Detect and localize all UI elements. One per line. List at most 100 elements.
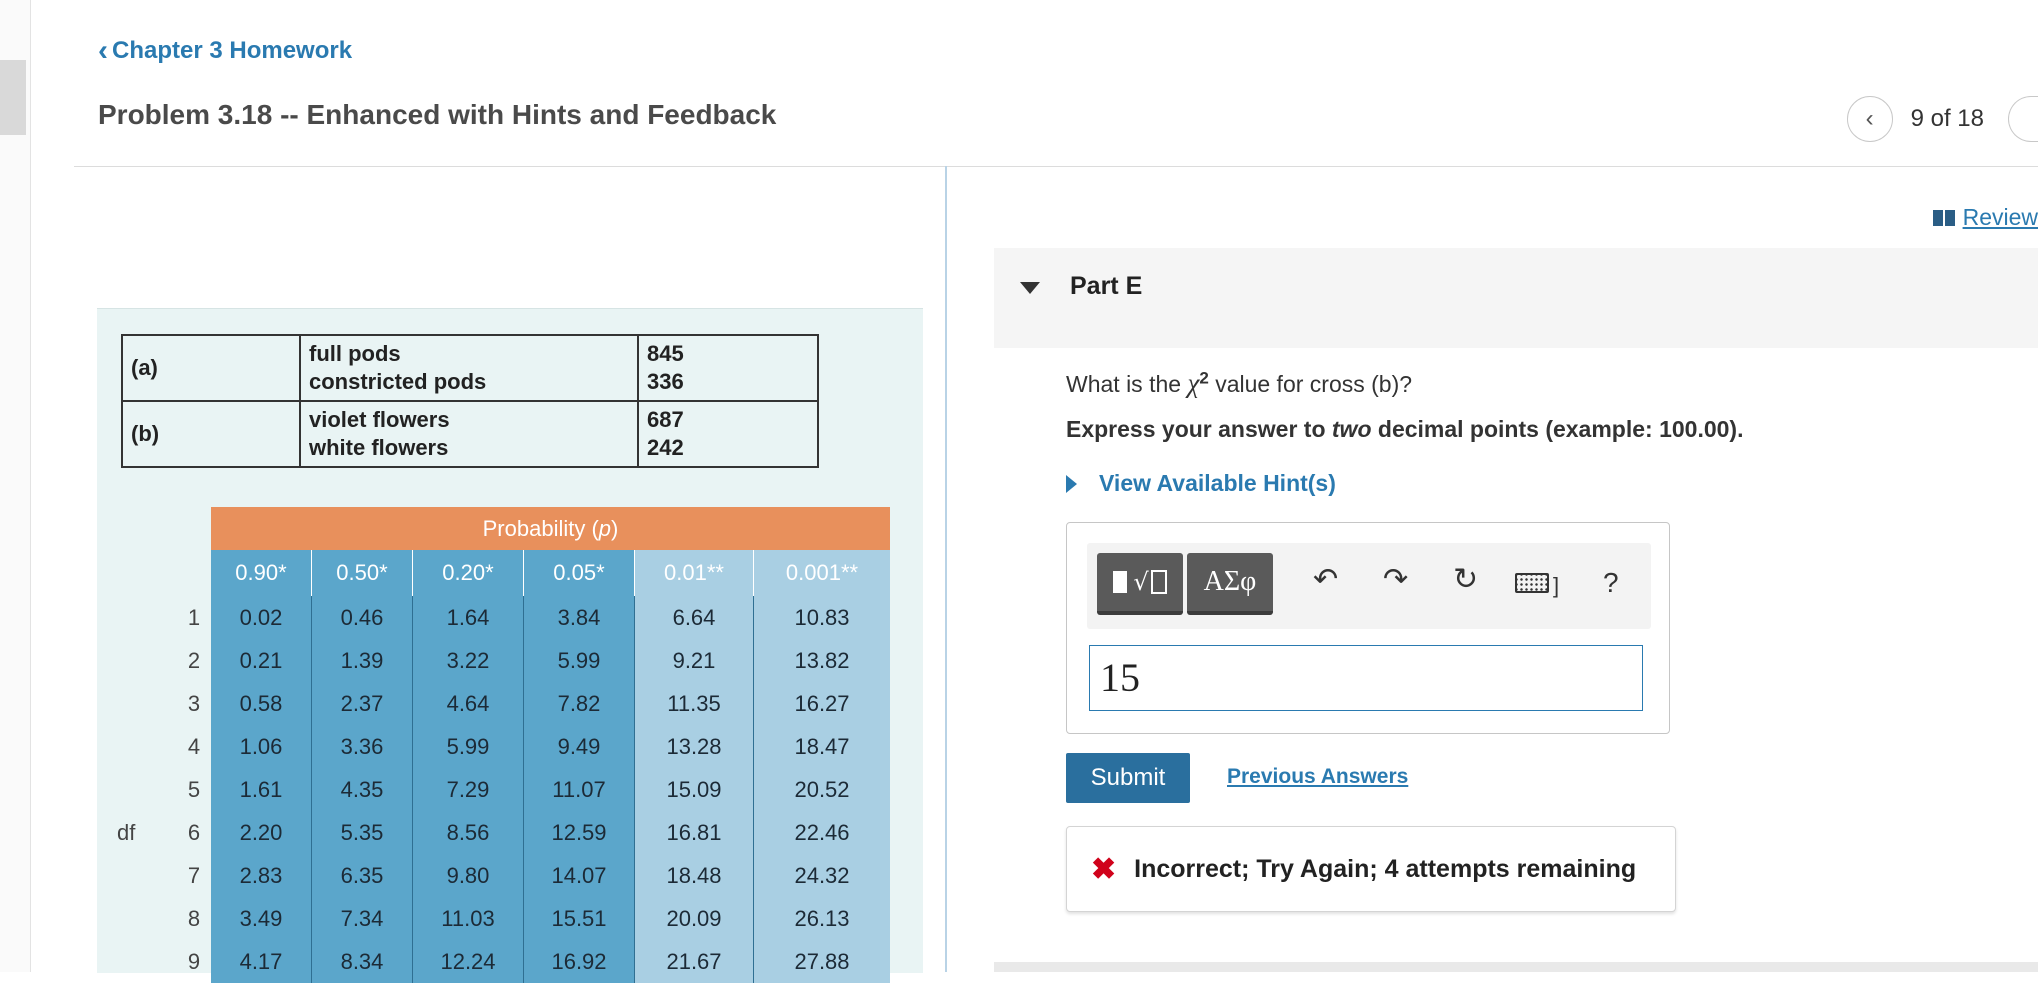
chi-value-cell: 20.52 [753, 768, 890, 811]
chi-value-cell: 16.81 [634, 811, 754, 854]
chi-value-cell: 21.67 [634, 940, 754, 983]
problem-pager: ‹ 9 of 18 [1846, 96, 2038, 142]
chi-value-cell: 12.59 [523, 811, 635, 854]
reset-icon[interactable]: ↻ [1453, 565, 1478, 595]
back-link-label: Chapter 3 Homework [112, 37, 353, 64]
chi-table-row: 5 1.61 4.35 7.29 11.07 15.09 20.52 [97, 768, 890, 811]
df-label [97, 854, 177, 897]
view-hints-toggle[interactable]: View Available Hint(s) [1066, 470, 1336, 497]
chi-value-cell: 10.83 [753, 596, 890, 639]
answer-widget: √ ΑΣφ ↶ ↷ ↻ ] ? 15 [1066, 522, 1670, 734]
chi-value-cell: 6.64 [634, 596, 754, 639]
chi-value-cell: 20.09 [634, 897, 754, 940]
chi-table-row: 7 2.83 6.35 9.80 14.07 18.48 24.32 [97, 854, 890, 897]
chi-value-cell: 9.21 [634, 639, 754, 682]
panel-divider [945, 166, 947, 972]
chi-value-cell: 4.64 [412, 682, 524, 725]
part-header[interactable]: Part E [994, 248, 2038, 348]
df-label [97, 940, 177, 983]
chi-value-cell: 5.99 [412, 725, 524, 768]
df-value: 9 [187, 948, 201, 974]
chi-value-cell: 18.48 [634, 854, 754, 897]
chi-table-row: 4 1.06 3.36 5.99 9.49 13.28 18.47 [97, 725, 890, 768]
count: 242 [647, 435, 684, 460]
chi-value-cell: 14.07 [523, 854, 635, 897]
column-header: 0.20* [412, 550, 524, 596]
sidebar-tab[interactable] [0, 60, 26, 135]
help-button[interactable]: ? [1603, 567, 1619, 599]
chi-value-cell: 2.20 [211, 811, 312, 854]
previous-problem-button[interactable]: ‹ [1846, 96, 1893, 142]
chi-symbol: χ [1187, 368, 1200, 398]
column-header: 0.001** [753, 550, 890, 596]
undo-icon[interactable]: ↶ [1313, 565, 1338, 595]
df-value: 3 [187, 690, 201, 716]
cross-row-a: (a) full pods constricted pods 845 336 [121, 334, 819, 402]
superscript: 2 [1199, 368, 1209, 388]
cross-label: (b) [121, 400, 301, 468]
phenotype: white flowers [309, 435, 449, 460]
df-label: df [117, 819, 136, 845]
chevron-left-icon: ‹ [98, 34, 108, 67]
chevron-left-icon: ‹ [1865, 105, 1874, 132]
chi-value-cell: 1.39 [311, 639, 413, 682]
problem-title: Problem 3.18 -- Enhanced with Hints and … [98, 99, 777, 130]
redo-icon[interactable]: ↷ [1383, 565, 1408, 595]
df-label [97, 897, 177, 940]
book-icon [1932, 209, 1955, 226]
cross-counts: 687 242 [637, 400, 819, 468]
back-to-assignment-link[interactable]: ‹ Chapter 3 Homework [98, 36, 352, 66]
count: 845 [647, 341, 684, 366]
df-label [97, 596, 177, 639]
chi-table-row: 1 0.02 0.46 1.64 3.84 6.64 10.83 [97, 596, 890, 639]
probability-header-row: Probability (p) [97, 507, 890, 550]
df-value: 6 [187, 819, 201, 845]
previous-answers-link[interactable]: Previous Answers [1227, 765, 1408, 789]
chi-value-cell: 2.83 [211, 854, 312, 897]
chi-value-cell: 11.35 [634, 682, 754, 725]
chi-value-cell: 15.09 [634, 768, 754, 811]
cross-row-b: (b) violet flowers white flowers 687 242 [121, 400, 819, 468]
keyboard-icon[interactable] [1515, 573, 1549, 593]
chi-value-cell: 27.88 [753, 940, 890, 983]
header-divider [74, 166, 2038, 167]
template-square-icon [1113, 571, 1128, 593]
cross-counts: 845 336 [637, 334, 819, 402]
next-problem-button[interactable] [2008, 96, 2038, 142]
chi-value-cell: 24.32 [753, 854, 890, 897]
answer-input[interactable]: 15 [1089, 645, 1643, 711]
feedback-message: ✖ Incorrect; Try Again; 4 attempts remai… [1066, 826, 1676, 912]
left-sidebar-strip [0, 0, 31, 972]
review-label: Review [1962, 204, 2038, 230]
phenotype: full pods [309, 341, 401, 366]
chi-table-body: 1 0.02 0.46 1.64 3.84 6.64 10.83 2 0.21 1.39 3.22 5… [97, 596, 890, 983]
count: 687 [647, 407, 684, 432]
radical-icon: √ [1133, 568, 1149, 596]
cross-results-table: (a) full pods constricted pods 845 336 (… [121, 334, 819, 468]
phenotype: constricted pods [309, 369, 487, 394]
symbols-button[interactable]: ΑΣφ [1187, 553, 1273, 615]
chi-value-cell: 1.61 [211, 768, 312, 811]
phenotype: violet flowers [309, 407, 450, 432]
collapse-caret-icon[interactable] [1020, 282, 1040, 294]
hint-label: View Available Hint(s) [1099, 470, 1336, 496]
submit-button[interactable]: Submit [1066, 753, 1190, 803]
chi-value-cell: 9.49 [523, 725, 635, 768]
chi-table-row: 8 3.49 7.34 11.03 15.51 20.09 26.13 [97, 897, 890, 940]
chi-value-cell: 13.28 [634, 725, 754, 768]
chi-value-cell: 11.03 [412, 897, 524, 940]
templates-button[interactable]: √ [1097, 553, 1183, 615]
chi-value-cell: 3.84 [523, 596, 635, 639]
problem-figure: (a) full pods constricted pods 845 336 (… [97, 308, 923, 983]
chi-value-cell: 1.64 [412, 596, 524, 639]
part-title: Part E [1070, 272, 1143, 300]
df-value: 2 [187, 647, 201, 673]
feedback-text: Incorrect; Try Again; 4 attempts remaini… [1134, 854, 1637, 883]
column-header: 0.50* [311, 550, 413, 596]
probability-label: Probability (p) [482, 515, 619, 541]
chi-square-table: Probability (p) 0.90* 0.50* 0.20* 0.05* … [97, 507, 890, 983]
review-link[interactable]: Review [1932, 204, 2038, 231]
instruction-prefix: Express your answer to [1066, 416, 1332, 442]
chi-value-cell: 11.07 [523, 768, 635, 811]
chi-value-cell: 16.27 [753, 682, 890, 725]
